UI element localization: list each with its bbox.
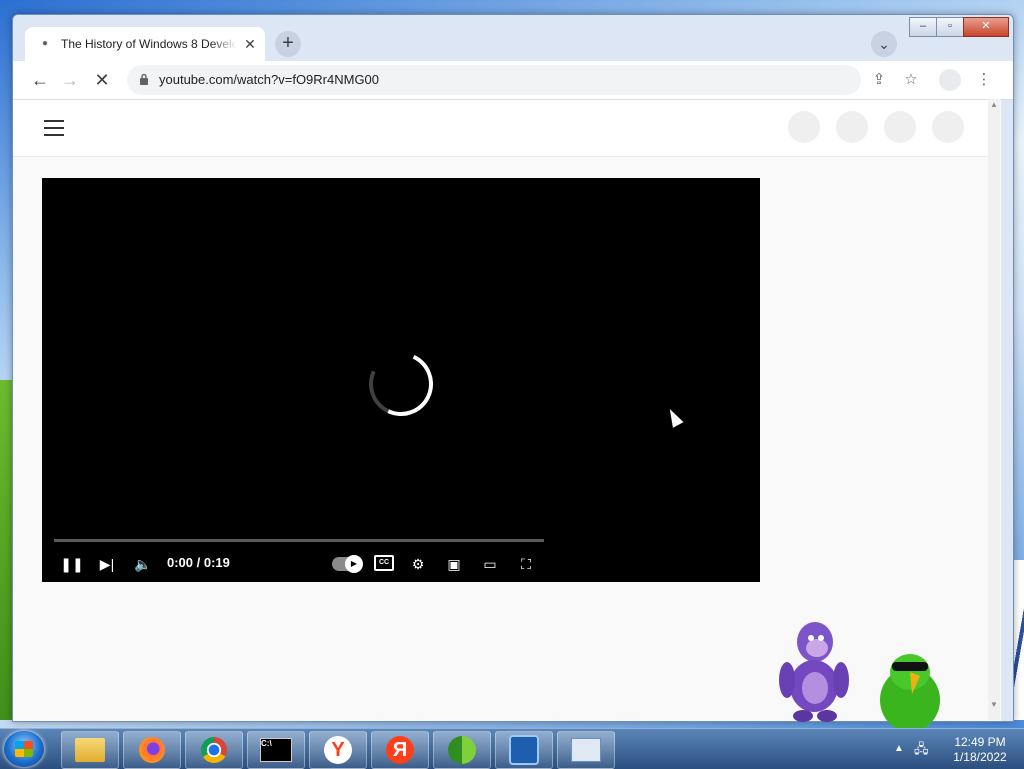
blue-app-icon	[509, 735, 539, 765]
green-app-taskbar-button[interactable]	[433, 731, 491, 769]
command-prompt-taskbar-button[interactable]: C:\	[247, 731, 305, 769]
scroll-up-arrow-icon[interactable]: ▲	[988, 99, 1000, 111]
subtitles-cc-icon[interactable]: CC	[374, 555, 394, 571]
control-panel-icon	[571, 738, 601, 762]
settings-gear-icon[interactable]: ⚙	[406, 553, 430, 575]
address-bar[interactable]: youtube.com/watch?v=fO9Rr4NMG00	[127, 65, 861, 95]
header-placeholder-4	[932, 111, 964, 143]
share-icon[interactable]: ⇪	[868, 69, 890, 91]
theater-mode-icon[interactable]: ▭	[478, 553, 502, 575]
close-window-button[interactable]: ✕	[963, 17, 1009, 37]
minimize-button[interactable]: –	[909, 17, 937, 37]
profile-avatar-icon[interactable]	[939, 69, 961, 91]
file-explorer-taskbar-button[interactable]	[61, 731, 119, 769]
header-placeholder-1	[788, 111, 820, 143]
video-player[interactable]: ❚❚ ▶| 🔈 0:00 / 0:19 ▶ CC ⚙ ▣ ▭ ⛶	[42, 178, 760, 582]
new-tab-button[interactable]: +	[275, 31, 301, 57]
url-text: youtube.com/watch?v=fO9Rr4NMG00	[159, 72, 380, 87]
system-tray: ▲ 🖧 12:49 PM 1/18/2022	[890, 735, 1020, 765]
windows-logo-icon	[15, 741, 33, 757]
network-icon[interactable]: 🖧	[914, 740, 929, 762]
bookmark-star-icon[interactable]: ☆	[900, 69, 922, 91]
next-video-icon[interactable]: ▶|	[95, 553, 119, 575]
fullscreen-icon[interactable]: ⛶	[514, 553, 538, 575]
hamburger-menu-icon[interactable]	[44, 120, 64, 136]
back-arrow-icon[interactable]: ←	[29, 69, 51, 91]
clock-time: 12:49 PM	[954, 735, 1006, 749]
control-panel-taskbar-button[interactable]	[557, 731, 615, 769]
browser-toolbar: ← → ✕ youtube.com/watch?v=fO9Rr4NMG00 ⇪ …	[13, 61, 1013, 100]
tab-search-button[interactable]: ⌄	[871, 31, 897, 57]
progress-bar[interactable]	[54, 539, 544, 542]
youtube-header	[13, 100, 988, 157]
forward-arrow-icon[interactable]: →	[59, 69, 81, 91]
clock[interactable]: 12:49 PM 1/18/2022	[940, 735, 1020, 765]
command-prompt-icon: C:\	[260, 738, 292, 762]
firefox-taskbar-button[interactable]	[123, 731, 181, 769]
player-controls: ❚❚ ▶| 🔈 0:00 / 0:19 ▶ CC ⚙ ▣ ▭ ⛶	[42, 550, 760, 578]
start-button[interactable]	[4, 731, 44, 767]
tab-close-icon[interactable]: ✕	[241, 35, 259, 53]
blue-app-taskbar-button[interactable]	[495, 731, 553, 769]
bonzi-buddy-character	[779, 622, 849, 722]
loading-favicon-icon: ●	[41, 38, 49, 49]
green-app-icon	[448, 736, 476, 764]
taskbar: C:\ Y Я ▲ 🖧 12:49 PM 1/18/2022	[0, 728, 1024, 769]
yandex-browser-taskbar-button[interactable]: Y	[309, 731, 367, 769]
loading-spinner-icon	[359, 342, 443, 426]
yandex-browser-icon: Y	[324, 736, 352, 764]
firefox-icon	[139, 737, 165, 763]
time-display: 0:00 / 0:19	[167, 555, 230, 570]
browser-window: ● The History of Windows 8 Development ✕…	[12, 14, 1014, 722]
page-scrollbar[interactable]: ▲ ▼	[988, 99, 1000, 720]
volume-icon[interactable]: 🔈	[131, 553, 155, 575]
peedy-parrot-character	[880, 654, 940, 730]
chrome-icon	[201, 737, 227, 763]
tab-title: The History of Windows 8 Development	[61, 37, 237, 51]
autoplay-toggle[interactable]: ▶	[332, 555, 363, 573]
pause-icon[interactable]: ❚❚	[60, 553, 84, 575]
header-placeholder-3	[884, 111, 916, 143]
chrome-taskbar-button[interactable]	[185, 731, 243, 769]
folder-icon	[75, 738, 105, 762]
show-hidden-icons-arrow-icon[interactable]: ▲	[894, 743, 904, 754]
tab-strip: ● The History of Windows 8 Development ✕…	[13, 15, 1013, 61]
tab-active[interactable]: ● The History of Windows 8 Development ✕	[25, 27, 265, 61]
header-placeholder-2	[836, 111, 868, 143]
browser-menu-icon[interactable]: ⋮	[973, 69, 995, 91]
yandex-icon: Я	[386, 736, 414, 764]
lock-icon	[140, 73, 148, 85]
yandex-taskbar-button[interactable]: Я	[371, 731, 429, 769]
clock-date: 1/18/2022	[953, 750, 1007, 764]
scroll-down-arrow-icon[interactable]: ▼	[988, 699, 1000, 711]
window-controls: – ▫ ✕	[909, 17, 1009, 37]
maximize-button[interactable]: ▫	[936, 17, 964, 37]
miniplayer-icon[interactable]: ▣	[442, 553, 466, 575]
autoplay-play-icon: ▶	[345, 555, 363, 573]
stop-loading-icon[interactable]: ✕	[91, 69, 113, 91]
